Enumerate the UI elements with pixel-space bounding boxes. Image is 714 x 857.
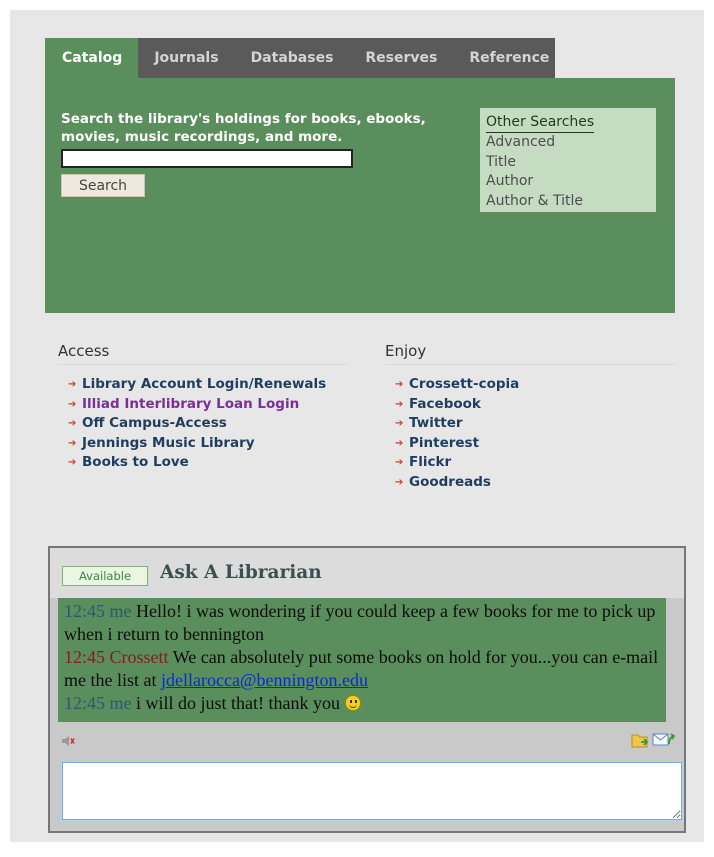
list-item: ➔ Goodreads [395, 473, 685, 493]
link-flickr[interactable]: Flickr [409, 453, 451, 473]
message-time: 12:45 [64, 647, 106, 667]
chat-toolbar [58, 730, 678, 752]
list-item: ➔ Pinterest [395, 434, 685, 454]
list-item: ➔ Jennings Music Library [68, 434, 358, 454]
access-section: Access ➔ Library Account Login/Renewals ➔… [58, 342, 358, 473]
speaker-icon[interactable] [61, 733, 77, 747]
arrow-bullet-icon: ➔ [395, 398, 404, 410]
arrow-bullet-icon: ➔ [68, 457, 77, 468]
message-sender: me [109, 693, 132, 713]
page-background: Catalog Journals Databases Reserves Refe… [10, 10, 704, 842]
list-item: ➔ Books to Love [68, 453, 358, 473]
link-goodreads[interactable]: Goodreads [409, 473, 491, 493]
tab-databases[interactable]: Databases [235, 38, 350, 78]
arrow-bullet-icon: ➔ [68, 379, 77, 390]
other-search-author-title[interactable]: Author & Title [486, 192, 650, 212]
other-searches-box: Other Searches Advanced Title Author Aut… [480, 108, 656, 212]
arrow-bullet-icon: ➔ [395, 437, 404, 449]
status-badge: Available [62, 566, 148, 586]
message-text: i will do just that! thank you [136, 693, 341, 713]
chat-transcript: 12:45 me Hello! i was wondering if you c… [58, 598, 666, 722]
message-sender: me [109, 601, 132, 621]
email-transcript-icon[interactable] [652, 731, 676, 749]
list-item: ➔ Illiad Interlibrary Loan Login [68, 395, 358, 415]
access-list: ➔ Library Account Login/Renewals ➔ Illiad … [58, 375, 358, 473]
list-item: ➔ Crossett-copia [395, 375, 685, 395]
link-facebook[interactable]: Facebook [409, 395, 481, 415]
tab-reference[interactable]: Reference [453, 38, 565, 78]
list-item: ➔ Off Campus-Access [68, 414, 358, 434]
list-item: ➔ Twitter [395, 414, 685, 434]
link-illiad-login[interactable]: Illiad Interlibrary Loan Login [82, 395, 299, 415]
link-books-to-love[interactable]: Books to Love [82, 453, 189, 473]
arrow-bullet-icon: ➔ [395, 379, 404, 390]
other-search-advanced[interactable]: Advanced [486, 133, 650, 153]
tab-reserves[interactable]: Reserves [349, 38, 453, 78]
chat-title: Ask A Librarian [160, 562, 322, 583]
list-item: ➔ Facebook [395, 395, 685, 415]
link-twitter[interactable]: Twitter [409, 414, 463, 434]
enjoy-list: ➔ Crossett-copia ➔ Facebook ➔ Twitter ➔ Pint… [385, 375, 685, 492]
link-library-account[interactable]: Library Account Login/Renewals [82, 375, 326, 395]
catalog-search-input[interactable] [61, 149, 353, 168]
link-jennings-music-library[interactable]: Jennings Music Library [82, 434, 255, 454]
link-crossett-copia[interactable]: Crossett-copia [409, 375, 519, 395]
tab-catalog[interactable]: Catalog [45, 38, 139, 78]
arrow-bullet-icon: ➔ [68, 437, 77, 449]
message-sender: Crossett [109, 647, 169, 667]
chat-message-input[interactable] [62, 762, 682, 820]
enjoy-section: Enjoy ➔ Crossett-copia ➔ Facebook ➔ Twitter… [385, 342, 685, 492]
arrow-bullet-icon: ➔ [68, 418, 77, 429]
arrow-bullet-icon: ➔ [395, 476, 404, 488]
catalog-search-panel: Search the library's holdings for books,… [45, 78, 675, 313]
arrow-bullet-icon: ➔ [395, 457, 404, 468]
list-item: ➔ Library Account Login/Renewals [68, 375, 358, 395]
enjoy-heading: Enjoy [385, 342, 675, 365]
arrow-bullet-icon: ➔ [395, 418, 404, 429]
folder-send-icon[interactable] [631, 731, 651, 749]
tab-journals[interactable]: Journals [138, 38, 234, 78]
message-time: 12:45 [64, 693, 106, 713]
link-off-campus-access[interactable]: Off Campus-Access [82, 414, 227, 434]
search-button[interactable]: Search [61, 174, 145, 197]
email-link[interactable]: jdellarocca@bennington.edu [161, 670, 368, 690]
message-text: Hello! i was wondering if you could keep… [64, 601, 656, 644]
link-pinterest[interactable]: Pinterest [409, 434, 479, 454]
search-description: Search the library's holdings for books,… [61, 111, 426, 145]
other-search-title[interactable]: Title [486, 153, 650, 173]
list-item: ➔ Flickr [395, 453, 685, 473]
access-heading: Access [58, 342, 348, 365]
arrow-bullet-icon: ➔ [68, 398, 77, 410]
chat-widget: Available Ask A Librarian 12:45 me Hello… [48, 546, 686, 833]
smiley-icon [344, 695, 361, 711]
other-searches-title: Other Searches [486, 113, 595, 133]
chat-header: Available Ask A Librarian [50, 548, 684, 598]
other-search-author[interactable]: Author [486, 172, 650, 192]
tab-bar: Catalog Journals Databases Reserves Refe… [45, 38, 555, 78]
message-time: 12:45 [64, 601, 106, 621]
